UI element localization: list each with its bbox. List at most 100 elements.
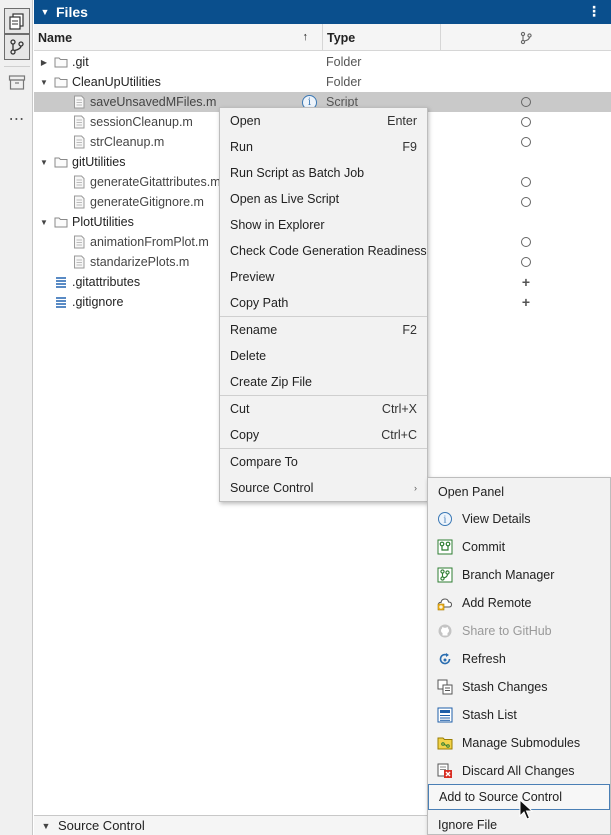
submenu-item-stash-changes[interactable]: Stash Changes bbox=[428, 673, 610, 701]
folder-icon bbox=[54, 215, 68, 229]
files-panel-header[interactable]: ▼ Files ⋮ bbox=[34, 0, 611, 24]
submenu-item-label: Refresh bbox=[462, 652, 506, 666]
context-menu-item[interactable]: Compare To bbox=[220, 449, 427, 475]
submenu-item-commit[interactable]: Commit bbox=[428, 533, 610, 561]
unmodified-status-icon bbox=[518, 234, 534, 250]
source-control-panel-button[interactable] bbox=[4, 34, 30, 60]
tree-row-label: animationFromPlot.m bbox=[90, 235, 209, 249]
column-header-source-control[interactable] bbox=[441, 24, 611, 51]
submenu-item-label: Manage Submodules bbox=[462, 736, 581, 750]
sort-ascending-icon[interactable]: ↑ bbox=[303, 31, 309, 43]
context-menu-item[interactable]: Run Script as Batch Job bbox=[220, 160, 427, 186]
submenu-item-refresh[interactable]: Refresh bbox=[428, 645, 610, 673]
submenu-item-add-remote[interactable]: Add Remote bbox=[428, 589, 610, 617]
menu-item-label: Rename bbox=[230, 323, 278, 337]
context-menu-item[interactable]: Cut Ctrl+X bbox=[220, 396, 427, 422]
tree-row-label: .git bbox=[72, 55, 89, 69]
submenu-item-label: Share to GitHub bbox=[462, 624, 552, 638]
left-toolstrip: ⋯ bbox=[0, 0, 33, 835]
script-file-icon bbox=[72, 235, 86, 249]
script-file-icon bbox=[72, 175, 86, 189]
context-menu-item[interactable]: Show in Explorer bbox=[220, 212, 427, 238]
tree-row-label: sessionCleanup.m bbox=[90, 115, 193, 129]
context-menu-item[interactable]: Preview bbox=[220, 264, 427, 290]
submenu-item-view-details[interactable]: i View Details bbox=[428, 505, 610, 533]
menu-item-shortcut: F9 bbox=[402, 140, 417, 154]
tree-row[interactable]: ▶ .git Folder bbox=[34, 52, 611, 72]
context-menu-item[interactable]: Create Zip File bbox=[220, 369, 427, 395]
menu-item-label: Run bbox=[230, 140, 253, 154]
context-menu-item[interactable]: Check Code Generation Readiness bbox=[220, 238, 427, 264]
tree-row-type: Folder bbox=[326, 55, 362, 69]
unmodified-status-icon bbox=[518, 134, 534, 150]
tree-row-label: CleanUpUtilities bbox=[72, 75, 161, 89]
submenu-item-label: Commit bbox=[462, 540, 506, 554]
submenu-arrow-icon: › bbox=[414, 483, 417, 493]
panel-menu-icon[interactable]: ⋮ bbox=[587, 3, 601, 20]
context-menu-item[interactable]: Open Enter bbox=[220, 108, 427, 134]
submenu-item-branch-manager[interactable]: Branch Manager bbox=[428, 561, 610, 589]
menu-item-shortcut: F2 bbox=[402, 323, 417, 337]
files-panel-button[interactable] bbox=[4, 8, 30, 34]
menu-item-label: Open bbox=[230, 114, 261, 128]
column-header-type[interactable]: Type bbox=[323, 24, 441, 51]
menu-item-label: Delete bbox=[230, 349, 267, 363]
context-menu-item[interactable]: Run F9 bbox=[220, 134, 427, 160]
menu-item-label: Compare To bbox=[230, 455, 298, 469]
menu-item-label: Copy Path bbox=[230, 296, 289, 310]
tree-row-type: Folder bbox=[326, 75, 362, 89]
submenu-item-open-panel[interactable]: Open Panel bbox=[428, 478, 610, 506]
branch-icon bbox=[437, 567, 453, 583]
collapse-section-icon[interactable]: ▼ bbox=[34, 821, 58, 831]
collapse-arrow-icon[interactable]: ▼ bbox=[38, 218, 50, 227]
column-type-label: Type bbox=[327, 30, 356, 45]
info-icon: i bbox=[437, 511, 453, 527]
collapse-arrow-icon[interactable]: ▼ bbox=[38, 158, 50, 167]
submenu-item-label: Branch Manager bbox=[462, 568, 555, 582]
discard-icon bbox=[437, 763, 453, 779]
collapse-panel-icon[interactable]: ▼ bbox=[34, 7, 56, 17]
text-file-icon bbox=[54, 275, 68, 289]
context-menu-item[interactable]: Open as Live Script bbox=[220, 186, 427, 212]
context-menu-item[interactable]: Delete bbox=[220, 343, 427, 369]
tree-row-label: .gitattributes bbox=[72, 275, 141, 289]
context-menu-item[interactable]: Source Control › bbox=[220, 475, 427, 501]
menu-item-label: Show in Explorer bbox=[230, 218, 325, 232]
script-file-icon bbox=[72, 255, 86, 269]
submenu-item-stash-list[interactable]: Stash List bbox=[428, 701, 610, 729]
tree-row-label: generateGitattributes.m bbox=[90, 175, 221, 189]
submenu-item-label: Ignore File bbox=[438, 818, 498, 832]
menu-item-label: Run Script as Batch Job bbox=[230, 166, 365, 180]
script-file-icon bbox=[72, 195, 86, 209]
context-menu-item[interactable]: Copy Ctrl+C bbox=[220, 422, 427, 448]
unmodified-status-icon bbox=[518, 174, 534, 190]
unmodified-status-icon bbox=[518, 114, 534, 130]
menu-item-label: Open as Live Script bbox=[230, 192, 340, 206]
submenu-item-label: Add to Source Control bbox=[439, 790, 562, 804]
submenu-item-manage-submodules[interactable]: Manage Submodules bbox=[428, 729, 610, 757]
context-menu-item[interactable]: Rename F2 bbox=[220, 317, 427, 343]
mouse-pointer-icon bbox=[519, 799, 533, 820]
archive-panel-button[interactable] bbox=[7, 72, 27, 92]
more-options-icon[interactable]: ⋯ bbox=[7, 109, 27, 129]
unmodified-status-icon bbox=[518, 254, 534, 270]
expand-arrow-icon[interactable]: ▶ bbox=[38, 58, 50, 67]
tree-row[interactable]: ▼ CleanUpUtilities Folder bbox=[34, 72, 611, 92]
menu-item-label: Create Zip File bbox=[230, 375, 312, 389]
menu-item-label: Check Code Generation Readiness bbox=[230, 244, 427, 258]
files-icon bbox=[9, 13, 24, 30]
context-menu: Open Enter Run F9 Run Script as Batch Job Ope… bbox=[219, 107, 428, 502]
script-file-icon bbox=[72, 135, 86, 149]
submenu-item-share-to-github: Share to GitHub bbox=[428, 617, 610, 645]
column-header-name[interactable]: Name ↑ bbox=[34, 24, 323, 51]
tree-row-label: gitUtilities bbox=[72, 155, 126, 169]
menu-item-label: Copy bbox=[230, 428, 260, 442]
toolstrip-divider bbox=[4, 66, 30, 67]
panel-title: Files bbox=[56, 4, 88, 20]
script-file-icon bbox=[72, 115, 86, 129]
collapse-arrow-icon[interactable]: ▼ bbox=[38, 78, 50, 87]
submenu-item-discard-all-changes[interactable]: Discard All Changes bbox=[428, 757, 610, 785]
unmodified-status-icon bbox=[518, 94, 534, 110]
context-menu-item[interactable]: Copy Path bbox=[220, 290, 427, 316]
unmodified-status-icon bbox=[518, 194, 534, 210]
